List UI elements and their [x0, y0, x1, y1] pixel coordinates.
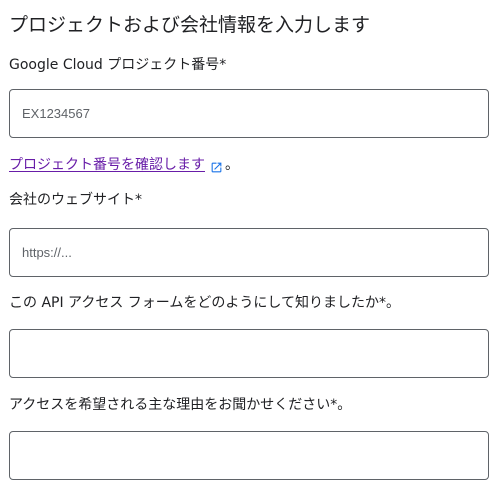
how-did-you-hear-field[interactable]	[9, 329, 489, 378]
how-did-you-hear-input[interactable]	[10, 330, 488, 377]
confirm-project-number-row: プロジェクト番号を確認します 。	[9, 155, 239, 175]
link-trailing-period: 。	[225, 157, 239, 173]
form-heading: プロジェクトおよび会社情報を入力します	[9, 14, 371, 36]
project-number-field[interactable]	[9, 89, 489, 138]
reason-field[interactable]	[9, 431, 489, 480]
reason-input[interactable]	[10, 432, 488, 479]
website-label: 会社のウェブサイト*	[9, 192, 142, 208]
website-input[interactable]	[10, 229, 488, 276]
website-field[interactable]	[9, 228, 489, 277]
confirm-project-number-link[interactable]: プロジェクト番号を確認します	[9, 155, 205, 175]
how-did-you-hear-label: この API アクセス フォームをどのようにして知りましたか*。	[9, 295, 400, 311]
external-link-icon[interactable]	[210, 160, 223, 173]
project-info-form: プロジェクトおよび会社情報を入力します Google Cloud プロジェクト番…	[0, 0, 502, 497]
project-number-label: Google Cloud プロジェクト番号*	[9, 57, 227, 73]
reason-label: アクセスを希望される主な理由をお聞かせください*。	[9, 397, 352, 413]
project-number-input[interactable]	[10, 90, 488, 137]
